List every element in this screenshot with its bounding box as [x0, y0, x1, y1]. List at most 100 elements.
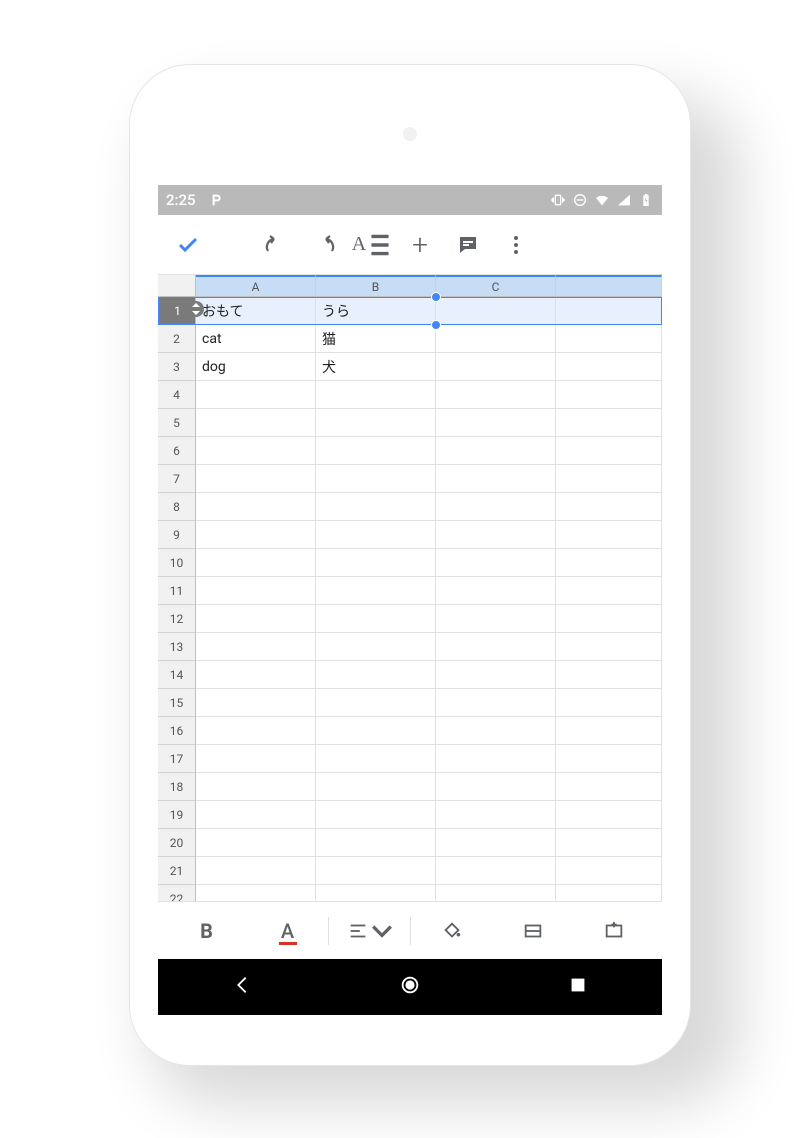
undo-button[interactable]: [252, 221, 300, 269]
cell-A3[interactable]: dog: [196, 353, 316, 381]
cell-A19[interactable]: [196, 801, 316, 829]
row-header-6[interactable]: 6: [158, 437, 196, 465]
cell-B10[interactable]: [316, 549, 436, 577]
row-header-2[interactable]: 2: [158, 325, 196, 353]
cell-B1[interactable]: うら: [316, 297, 436, 325]
cell-extra-2[interactable]: [556, 325, 662, 353]
cell-C1[interactable]: [436, 297, 556, 325]
cell-C8[interactable]: [436, 493, 556, 521]
cell-B11[interactable]: [316, 577, 436, 605]
cell-B4[interactable]: [316, 381, 436, 409]
cell-C18[interactable]: [436, 773, 556, 801]
cell-extra-20[interactable]: [556, 829, 662, 857]
row-8[interactable]: 8: [158, 493, 662, 521]
cell-A14[interactable]: [196, 661, 316, 689]
column-header-a[interactable]: A: [196, 275, 316, 297]
cell-B5[interactable]: [316, 409, 436, 437]
cell-C22[interactable]: [436, 885, 556, 901]
cell-B18[interactable]: [316, 773, 436, 801]
row-header-12[interactable]: 12: [158, 605, 196, 633]
cell-A4[interactable]: [196, 381, 316, 409]
cell-C19[interactable]: [436, 801, 556, 829]
cell-C4[interactable]: [436, 381, 556, 409]
cell-extra-22[interactable]: [556, 885, 662, 901]
column-header-extra[interactable]: [556, 275, 662, 297]
row-header-5[interactable]: 5: [158, 409, 196, 437]
cell-extra-3[interactable]: [556, 353, 662, 381]
row-header-13[interactable]: 13: [158, 633, 196, 661]
cell-A1[interactable]: おもて: [196, 297, 316, 325]
cell-A10[interactable]: [196, 549, 316, 577]
cell-A6[interactable]: [196, 437, 316, 465]
row-13[interactable]: 13: [158, 633, 662, 661]
select-all-corner[interactable]: [158, 275, 196, 297]
cell-A20[interactable]: [196, 829, 316, 857]
accept-button[interactable]: [164, 221, 212, 269]
column-header-c[interactable]: C: [436, 275, 556, 297]
row-21[interactable]: 21: [158, 857, 662, 885]
cell-extra-12[interactable]: [556, 605, 662, 633]
cell-C14[interactable]: [436, 661, 556, 689]
row-resize-handle[interactable]: [188, 301, 204, 317]
cell-B3[interactable]: 犬: [316, 353, 436, 381]
cell-A5[interactable]: [196, 409, 316, 437]
spreadsheet-grid[interactable]: A B C 1おもてうら2cat猫3dog犬456789101112131415…: [158, 275, 662, 901]
row-header-9[interactable]: 9: [158, 521, 196, 549]
cell-extra-7[interactable]: [556, 465, 662, 493]
selection-handle-top[interactable]: [431, 292, 441, 302]
row-2[interactable]: 2cat猫: [158, 325, 662, 353]
home-button[interactable]: [399, 974, 421, 1000]
row-10[interactable]: 10: [158, 549, 662, 577]
cell-C13[interactable]: [436, 633, 556, 661]
cell-B8[interactable]: [316, 493, 436, 521]
cell-extra-13[interactable]: [556, 633, 662, 661]
cell-B17[interactable]: [316, 745, 436, 773]
cell-extra-15[interactable]: [556, 689, 662, 717]
cell-extra-5[interactable]: [556, 409, 662, 437]
row-12[interactable]: 12: [158, 605, 662, 633]
cell-A13[interactable]: [196, 633, 316, 661]
cell-C6[interactable]: [436, 437, 556, 465]
row-header-11[interactable]: 11: [158, 577, 196, 605]
row-4[interactable]: 4: [158, 381, 662, 409]
row-header-10[interactable]: 10: [158, 549, 196, 577]
cell-C7[interactable]: [436, 465, 556, 493]
cell-extra-17[interactable]: [556, 745, 662, 773]
recents-button[interactable]: [567, 974, 589, 1000]
more-button[interactable]: [492, 221, 540, 269]
cell-B14[interactable]: [316, 661, 436, 689]
redo-button[interactable]: [300, 221, 348, 269]
cell-C10[interactable]: [436, 549, 556, 577]
cell-C20[interactable]: [436, 829, 556, 857]
column-header-b[interactable]: B: [316, 275, 436, 297]
text-format-button[interactable]: A: [348, 221, 396, 269]
cell-B12[interactable]: [316, 605, 436, 633]
insert-button[interactable]: +: [396, 221, 444, 269]
row-header-3[interactable]: 3: [158, 353, 196, 381]
merge-cells-button[interactable]: [573, 907, 654, 955]
cell-A16[interactable]: [196, 717, 316, 745]
comment-button[interactable]: [444, 221, 492, 269]
row-header-21[interactable]: 21: [158, 857, 196, 885]
row-header-8[interactable]: 8: [158, 493, 196, 521]
cell-B21[interactable]: [316, 857, 436, 885]
row-11[interactable]: 11: [158, 577, 662, 605]
cell-C3[interactable]: [436, 353, 556, 381]
cell-A18[interactable]: [196, 773, 316, 801]
cell-extra-9[interactable]: [556, 521, 662, 549]
cell-C17[interactable]: [436, 745, 556, 773]
cell-C15[interactable]: [436, 689, 556, 717]
cell-border-button[interactable]: [492, 907, 573, 955]
cell-C12[interactable]: [436, 605, 556, 633]
align-button[interactable]: [329, 907, 410, 955]
row-header-17[interactable]: 17: [158, 745, 196, 773]
cell-A7[interactable]: [196, 465, 316, 493]
cell-B22[interactable]: [316, 885, 436, 901]
cell-B6[interactable]: [316, 437, 436, 465]
back-button[interactable]: [231, 974, 253, 1000]
row-header-20[interactable]: 20: [158, 829, 196, 857]
cell-extra-10[interactable]: [556, 549, 662, 577]
row-14[interactable]: 14: [158, 661, 662, 689]
row-3[interactable]: 3dog犬: [158, 353, 662, 381]
cell-B9[interactable]: [316, 521, 436, 549]
